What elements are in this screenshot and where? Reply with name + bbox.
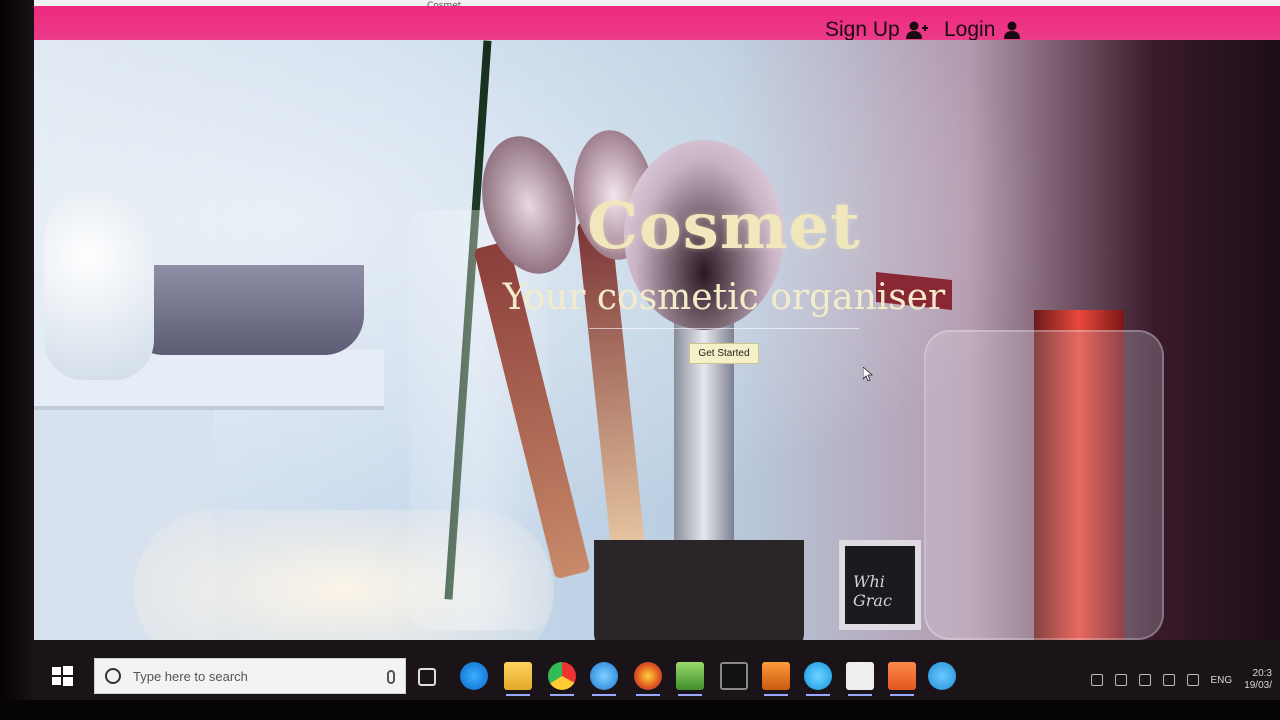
hero-section: Whi Grac Cosmet Your cosmetic organiser … <box>34 40 1280 640</box>
taskbar-search-box[interactable]: Type here to search <box>94 658 406 694</box>
language-indicator[interactable]: ENG <box>1211 675 1233 686</box>
firefox-icon[interactable] <box>634 662 662 696</box>
battery-icon[interactable] <box>1138 674 1151 686</box>
terminal-icon[interactable] <box>720 662 748 690</box>
sublime-text-icon[interactable] <box>762 662 790 696</box>
chrome-icon[interactable] <box>548 662 576 696</box>
file-explorer-icon[interactable] <box>504 662 532 696</box>
login-label: Login <box>944 18 996 41</box>
windows-start-icon[interactable] <box>50 664 74 688</box>
chevron-up-icon[interactable] <box>1114 674 1127 686</box>
mouse-cursor-icon <box>863 367 873 381</box>
background-plush-toy <box>44 190 154 380</box>
clock[interactable]: 20:3 19/03/ <box>1244 668 1272 692</box>
skype-icon[interactable] <box>804 662 832 696</box>
hero-content: Cosmet Your cosmetic organiser Get Start… <box>474 195 974 364</box>
monitor-bezel-left <box>0 0 34 720</box>
monitor-bezel-bottom <box>0 700 1280 720</box>
hero-subtitle: Your cosmetic organiser <box>502 277 946 318</box>
mail-icon[interactable] <box>846 662 874 696</box>
screen: Cosmet Sign Up Login <box>34 0 1280 700</box>
search-placeholder: Type here to search <box>133 668 248 684</box>
signup-label: Sign Up <box>825 18 900 41</box>
cortana-icon <box>105 668 121 684</box>
task-view-icon[interactable] <box>418 668 436 686</box>
user-plus-icon <box>905 21 928 39</box>
get-started-button[interactable]: Get Started <box>689 343 759 364</box>
background-glass-jar <box>924 330 1164 640</box>
taskbar-content: Type here to search ENG 20:3 19/03/ <box>40 658 1280 696</box>
system-tray: ENG 20:3 19/03/ <box>1090 668 1272 692</box>
edge-browser-icon[interactable] <box>460 662 488 690</box>
hero-divider <box>589 328 859 329</box>
sign-text: Whi Grac <box>853 572 892 610</box>
internet-explorer-icon[interactable] <box>590 662 618 696</box>
microphone-icon[interactable] <box>387 670 395 684</box>
user-icon <box>1004 21 1021 39</box>
signup-link[interactable]: Sign Up <box>825 18 928 42</box>
clock-time: 20:3 <box>1252 668 1272 679</box>
wifi-icon[interactable] <box>1162 674 1175 686</box>
brush-holder-cup <box>594 540 804 640</box>
login-link[interactable]: Login <box>944 18 1023 42</box>
xampp-icon[interactable] <box>888 662 916 696</box>
people-icon[interactable] <box>1090 674 1103 686</box>
notepad-icon[interactable] <box>676 662 704 696</box>
clock-date: 19/03/ <box>1244 680 1272 691</box>
background-bowl <box>124 265 364 355</box>
telegram-icon[interactable] <box>928 662 956 690</box>
volume-icon[interactable] <box>1186 674 1199 686</box>
background-sign: Whi Grac <box>839 540 921 630</box>
windows-taskbar: Type here to search ENG 20:3 19/03/ <box>34 640 1280 700</box>
hero-title: Cosmet <box>587 189 861 264</box>
